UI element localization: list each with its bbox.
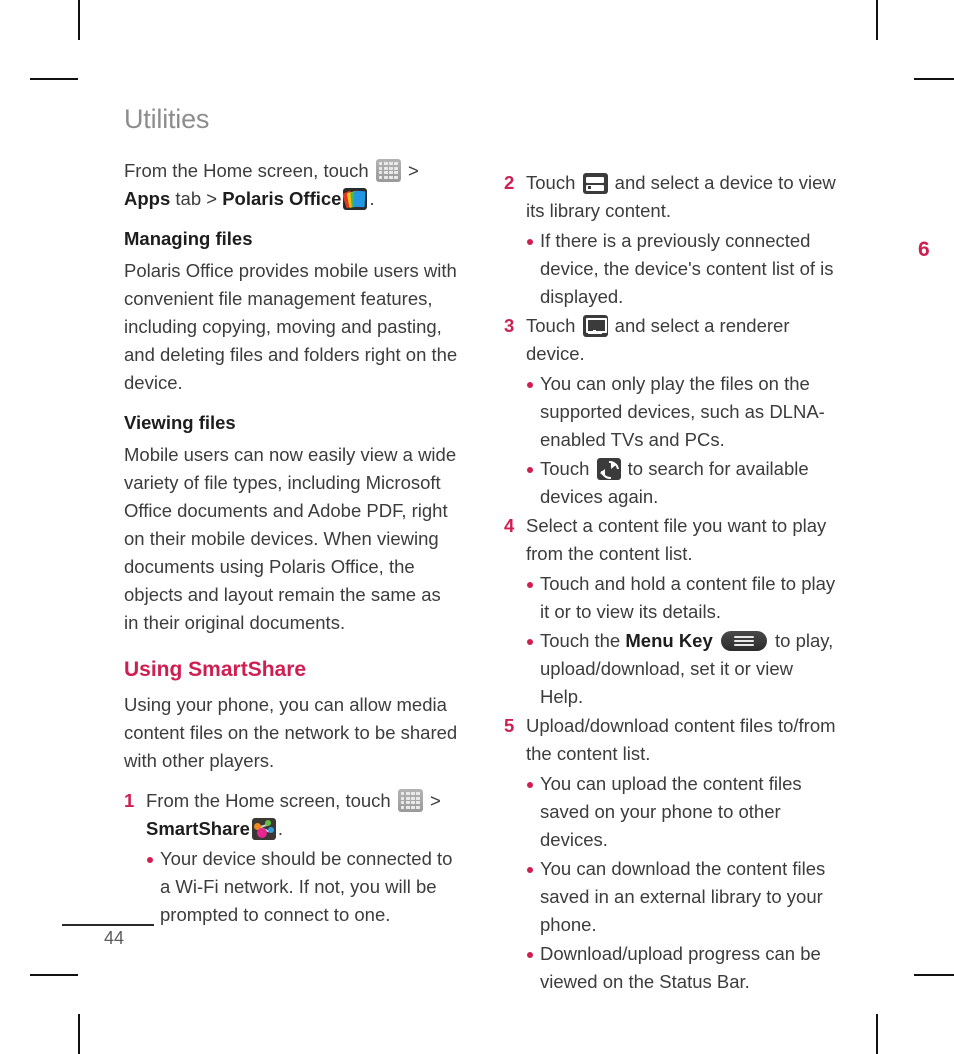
intro-apps-label: Apps xyxy=(124,188,171,209)
step-1-body: From the Home screen, touch > SmartShare… xyxy=(146,787,460,843)
step-5-bullets: You can upload the content files saved o… xyxy=(504,770,840,996)
crop-mark-top-right-vertical xyxy=(876,0,878,40)
footer-divider xyxy=(62,924,154,926)
step-4-body: Select a content file you want to play f… xyxy=(526,515,827,564)
step-3-pre-text: Touch xyxy=(526,315,576,336)
step-1-smartshare-label: SmartShare xyxy=(146,818,250,839)
step-2-bullets: If there is a previously connected devic… xyxy=(504,227,840,311)
intro-mid-text: tab > xyxy=(175,188,218,209)
step-4-bullets: Touch and hold a content file to play it… xyxy=(504,570,840,711)
intro-polaris-label: Polaris Office xyxy=(222,188,342,209)
step-4-bullet-2-pre: Touch the xyxy=(540,630,621,651)
list-item: Your device should be connected to a Wi-… xyxy=(146,845,460,929)
step-3-body: Touch and select a renderer device. xyxy=(526,312,840,368)
crop-mark-bottom-left-horizontal xyxy=(30,974,78,976)
right-column: 2 Touch and select a device to view its … xyxy=(504,157,840,997)
viewing-files-heading: Viewing files xyxy=(124,412,236,433)
list-item: You can download the content files saved… xyxy=(526,855,840,939)
chapter-tab-number: 6 xyxy=(918,238,930,261)
intro-separator-1: > xyxy=(408,160,419,181)
list-item: You can upload the content files saved o… xyxy=(526,770,840,854)
step-4: 4 Select a content file you want to play… xyxy=(504,512,840,568)
managing-files-heading: Managing files xyxy=(124,228,253,249)
page-title: Utilities xyxy=(124,104,210,134)
using-smartshare-body: Using your phone, you can allow media co… xyxy=(124,694,458,771)
list-item: If there is a previously connected devic… xyxy=(526,227,840,311)
managing-files-body: Polaris Office provides mobile users wit… xyxy=(124,260,458,393)
step-5-number: 5 xyxy=(504,715,515,736)
step-3-number: 3 xyxy=(504,315,515,336)
polaris-office-icon xyxy=(343,188,368,210)
step-2-pre-text: Touch xyxy=(526,172,576,193)
crop-mark-top-right-horizontal xyxy=(914,78,954,80)
smartshare-icon xyxy=(251,818,276,840)
refresh-icon xyxy=(596,457,623,483)
intro-period: . xyxy=(369,188,375,209)
crop-mark-bottom-right-vertical xyxy=(876,1014,878,1054)
library-device-icon xyxy=(582,173,608,194)
step-3-bullet-2-pre: Touch xyxy=(540,458,590,479)
list-item: Touch to search for available devices ag… xyxy=(526,455,840,511)
crop-mark-top-left-vertical xyxy=(78,0,80,40)
document-page: 6 Utilities From the Home screen, touch … xyxy=(0,0,954,1054)
step-1-pre-text: From the Home screen, touch xyxy=(146,790,391,811)
intro-paragraph: From the Home screen, touch > Apps tab >… xyxy=(124,157,460,213)
step-1: 1 From the Home screen, touch > SmartSha… xyxy=(124,787,460,843)
crop-mark-bottom-left-vertical xyxy=(78,1014,80,1054)
intro-pre-text: From the Home screen, touch xyxy=(124,160,369,181)
using-smartshare-heading: Using SmartShare xyxy=(124,658,307,681)
step-1-separator: > xyxy=(430,790,441,811)
left-column: From the Home screen, touch > Apps tab >… xyxy=(124,157,460,930)
step-2-number: 2 xyxy=(504,172,515,193)
step-1-period: . xyxy=(277,818,283,839)
list-item: Download/upload progress can be viewed o… xyxy=(526,940,840,996)
step-5-body: Upload/download content files to/from th… xyxy=(526,715,836,764)
step-5: 5 Upload/download content files to/from … xyxy=(504,712,840,768)
apps-grid-icon xyxy=(375,159,401,182)
crop-mark-bottom-right-horizontal xyxy=(914,974,954,976)
crop-mark-top-left-horizontal xyxy=(30,78,78,80)
page-content: Utilities From the Home screen, touch > … xyxy=(124,104,840,997)
step-2-body: Touch and select a device to view its li… xyxy=(526,169,840,225)
apps-grid-icon xyxy=(397,789,423,812)
two-column-layout: From the Home screen, touch > Apps tab >… xyxy=(124,157,840,997)
step-1-bullets: Your device should be connected to a Wi-… xyxy=(124,845,460,929)
menu-key-label: Menu Key xyxy=(625,630,713,651)
step-3: 3 Touch and select a renderer device. xyxy=(504,312,840,368)
list-item: You can only play the files on the suppo… xyxy=(526,370,840,454)
viewing-files-body: Mobile users can now easily view a wide … xyxy=(124,444,457,633)
step-3-bullets: You can only play the files on the suppo… xyxy=(504,370,840,511)
menu-key-icon xyxy=(720,631,767,651)
step-2: 2 Touch and select a device to view its … xyxy=(504,169,840,225)
renderer-monitor-icon xyxy=(582,315,608,337)
list-item: Touch the Menu Key to play, upload/downl… xyxy=(526,627,840,711)
step-1-number: 1 xyxy=(124,790,135,811)
page-number: 44 xyxy=(104,928,125,948)
list-item: Touch and hold a content file to play it… xyxy=(526,570,840,626)
step-4-number: 4 xyxy=(504,515,515,536)
